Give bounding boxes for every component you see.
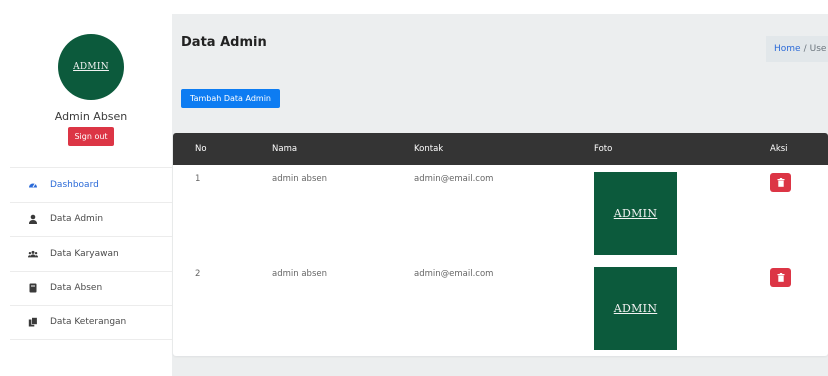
- sign-out-button[interactable]: Sign out: [68, 127, 114, 146]
- column-header-aksi: Aksi: [770, 144, 788, 154]
- cell-kontak: admin@email.com: [414, 174, 494, 184]
- tachometer-icon: [28, 180, 38, 190]
- sidebar-item-label: Data Absen: [50, 283, 103, 294]
- profile-name: Admin Absen: [54, 110, 128, 123]
- sidebar-item-data-keterangan[interactable]: Data Keterangan: [10, 305, 172, 340]
- column-header-nama: Nama: [272, 144, 298, 154]
- admin-photo-text: ADMIN: [613, 207, 658, 220]
- breadcrumb-home-link[interactable]: Home: [774, 44, 801, 54]
- cell-no: 2: [195, 269, 201, 279]
- breadcrumb-current: Use: [809, 44, 827, 54]
- profile-panel: ADMIN Admin Absen Sign out: [0, 0, 172, 168]
- add-admin-button[interactable]: Tambah Data Admin: [181, 89, 280, 108]
- admin-photo: ADMIN: [594, 267, 677, 350]
- avatar: ADMIN: [58, 34, 124, 100]
- sidebar-item-data-absen[interactable]: Data Absen: [10, 270, 172, 306]
- sidebar: ADMIN Admin Absen Sign out Dashboard Dat…: [0, 0, 172, 376]
- sidebar-item-dashboard[interactable]: Dashboard: [10, 167, 172, 202]
- cell-nama: admin absen: [272, 269, 327, 279]
- cell-kontak: admin@email.com: [414, 269, 494, 279]
- column-header-kontak: Kontak: [414, 144, 444, 154]
- delete-button[interactable]: [770, 268, 791, 287]
- page-title: Data Admin: [181, 35, 267, 50]
- table-row: 1 admin absen admin@email.com ADMIN: [173, 165, 828, 260]
- sidebar-item-label: Data Admin: [50, 214, 104, 225]
- trash-icon: [777, 178, 784, 187]
- user-icon: [28, 214, 38, 225]
- copy-icon: [28, 317, 38, 327]
- cell-nama: admin absen: [272, 174, 327, 184]
- sidebar-item-label: Data Karyawan: [50, 248, 119, 259]
- table-header: No Nama Kontak Foto Aksi: [173, 133, 828, 165]
- sidebar-item-data-admin[interactable]: Data Admin: [10, 201, 172, 237]
- breadcrumb-separator: /: [803, 44, 807, 54]
- column-header-foto: Foto: [594, 144, 613, 154]
- sidebar-item-label: Data Keterangan: [50, 317, 127, 328]
- avatar-logo-text: ADMIN: [73, 62, 109, 72]
- cell-no: 1: [195, 174, 201, 184]
- admin-photo: ADMIN: [594, 172, 677, 255]
- admin-photo-text: ADMIN: [613, 302, 658, 315]
- delete-button[interactable]: [770, 173, 791, 192]
- users-icon: [28, 249, 38, 259]
- book-icon: [28, 283, 38, 293]
- main-content: Data Admin Home / Use Tambah Data Admin …: [172, 14, 828, 376]
- trash-icon: [777, 273, 784, 282]
- sidebar-item-label: Dashboard: [50, 179, 99, 190]
- sidebar-item-data-karyawan[interactable]: Data Karyawan: [10, 236, 172, 271]
- sidebar-nav: Dashboard Data Admin Data Karyawan Data …: [10, 167, 172, 340]
- admin-table-card: No Nama Kontak Foto Aksi 1 admin absen a…: [173, 133, 828, 356]
- table-row: 2 admin absen admin@email.com ADMIN: [173, 260, 828, 355]
- breadcrumb: Home / Use: [766, 36, 828, 62]
- column-header-no: No: [195, 144, 207, 154]
